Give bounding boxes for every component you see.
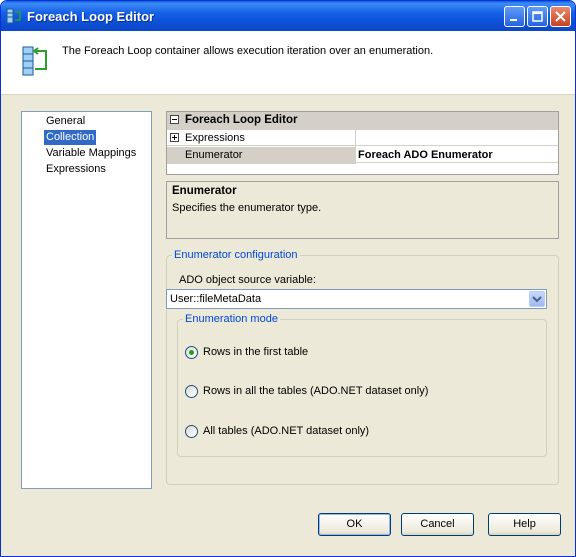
property-grid: Foreach Loop Editor Expressions Enumerat… <box>166 111 559 175</box>
ado-source-variable-combobox[interactable]: User::fileMetaData <box>166 289 547 309</box>
nav-item-general[interactable]: General <box>44 114 87 129</box>
enumerator-row[interactable]: Enumerator Foreach ADO Enumerator <box>167 147 558 163</box>
expand-icon[interactable] <box>170 133 179 142</box>
header-area: The Foreach Loop container allows execut… <box>1 31 575 95</box>
ado-source-variable-label: ADO object source variable: <box>179 274 316 286</box>
close-button[interactable] <box>550 6 571 27</box>
title-bar[interactable]: Foreach Loop Editor <box>1 1 575 31</box>
maximize-icon <box>532 11 543 22</box>
dropdown-button[interactable] <box>529 291 545 307</box>
page-nav-list: General Collection Variable Mappings Exp… <box>21 111 152 489</box>
help-button[interactable]: Help <box>488 513 561 536</box>
maximize-button[interactable] <box>527 6 548 27</box>
enumeration-mode-legend: Enumeration mode <box>185 313 278 325</box>
foreach-loop-editor-window: Foreach Loop Editor The Foreach Loop con… <box>0 0 576 557</box>
property-description-panel: Enumerator Specifies the enumerator type… <box>166 181 559 239</box>
collapse-icon[interactable] <box>170 115 179 124</box>
cancel-button[interactable]: Cancel <box>401 513 474 536</box>
radio-rows-all-tables[interactable] <box>185 385 198 398</box>
expressions-label: Expressions <box>185 132 245 144</box>
description-title: Enumerator <box>172 185 237 197</box>
foreach-container-icon <box>6 8 21 24</box>
grid-category-title: Foreach Loop Editor <box>185 114 298 126</box>
expressions-row[interactable]: Expressions <box>167 130 558 146</box>
ok-button[interactable]: OK <box>318 513 391 536</box>
property-grid-header: Foreach Loop Editor <box>167 112 558 130</box>
enumerator-configuration-legend: Enumerator configuration <box>174 249 298 261</box>
foreach-loop-icon <box>22 46 47 76</box>
description-text: Specifies the enumerator type. <box>172 202 322 214</box>
nav-item-expressions[interactable]: Expressions <box>44 162 108 177</box>
nav-item-variable-mappings[interactable]: Variable Mappings <box>44 146 138 161</box>
minimize-button[interactable] <box>504 6 525 27</box>
radio-rows-all-tables-label[interactable]: Rows in all the tables (ADO.NET dataset … <box>203 385 428 397</box>
close-icon <box>555 11 566 22</box>
window-title: Foreach Loop Editor <box>27 9 155 24</box>
nav-item-collection[interactable]: Collection <box>44 130 97 145</box>
header-description: The Foreach Loop container allows execut… <box>62 45 434 57</box>
chevron-down-icon <box>532 296 542 303</box>
radio-rows-first-table[interactable] <box>185 346 198 359</box>
minimize-icon <box>510 19 517 21</box>
radio-all-tables[interactable] <box>185 425 198 438</box>
ado-source-variable-value: User::fileMetaData <box>170 293 262 305</box>
enumerator-value[interactable]: Foreach ADO Enumerator <box>358 149 493 161</box>
enumerator-label: Enumerator <box>185 149 243 161</box>
radio-rows-first-table-label[interactable]: Rows in the first table <box>203 346 308 358</box>
radio-all-tables-label[interactable]: All tables (ADO.NET dataset only) <box>203 425 369 437</box>
